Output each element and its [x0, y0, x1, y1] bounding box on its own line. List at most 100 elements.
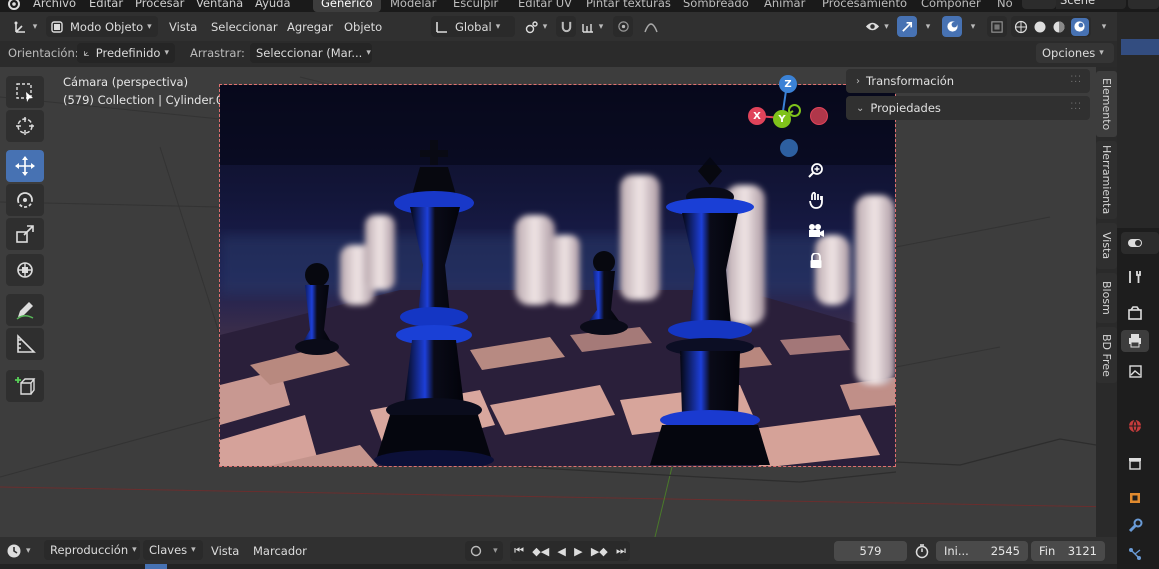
mode-dropdown[interactable]: Modo Objeto ▾	[46, 16, 158, 37]
play-reverse-icon[interactable]: ◀	[557, 545, 565, 558]
current-frame-field[interactable]: 579	[834, 541, 907, 561]
cursor-tool[interactable]	[6, 110, 44, 142]
gizmo-x-axis[interactable]: X	[748, 107, 766, 125]
scale-tool[interactable]	[6, 218, 44, 250]
tab-elemento[interactable]: Elemento	[1096, 71, 1117, 137]
play-icon[interactable]: ▶	[574, 545, 582, 558]
editor-type-button[interactable]: ▾	[8, 16, 42, 37]
blender-logo-icon[interactable]	[6, 0, 20, 10]
playhead-marker[interactable]	[145, 564, 167, 569]
record-icon[interactable]	[470, 545, 482, 557]
collection-properties-tab[interactable]	[1126, 454, 1144, 472]
menu-seleccionar[interactable]: Seleccionar	[211, 20, 278, 34]
material-shading-icon[interactable]	[1052, 20, 1066, 34]
drag-grip-icon[interactable]: ⁚⁚⁚	[1070, 102, 1082, 112]
timeline-editor-type-button[interactable]: ▾	[6, 541, 38, 561]
object-properties-tab[interactable]	[1126, 489, 1144, 507]
tab-bd-free[interactable]: BD Free	[1096, 327, 1117, 383]
snap-target-dropdown[interactable]: ▾	[577, 16, 607, 37]
visibility-dropdown[interactable]: ▾	[862, 16, 892, 37]
tab-componer[interactable]: Componer	[913, 0, 989, 12]
gizmo-neg-z-axis[interactable]	[780, 139, 798, 157]
keying-menu[interactable]: Claves ▾	[143, 540, 203, 560]
scene-name-field[interactable]: Scene	[1056, 0, 1126, 9]
overlays-toggle[interactable]	[942, 16, 962, 37]
scene-close-button[interactable]	[1128, 0, 1159, 9]
snap-toggle[interactable]	[556, 16, 576, 37]
tab-no[interactable]: No	[989, 0, 1021, 12]
particles-properties-tab[interactable]	[1126, 545, 1144, 563]
shading-options-dropdown[interactable]: ▾	[1094, 16, 1110, 37]
end-frame-field[interactable]: Fin 3121	[1031, 541, 1105, 561]
orientation-dropdown[interactable]: Predefinido ▾	[77, 43, 175, 63]
lock-camera-button[interactable]	[804, 249, 828, 273]
playback-menu[interactable]: Reproducción ▾	[44, 540, 140, 560]
prev-keyframe-icon[interactable]: ◆◀	[532, 545, 549, 558]
menu-ayuda[interactable]: Ayuda	[255, 0, 291, 10]
proportional-editing-toggle[interactable]	[613, 16, 633, 37]
tab-sombreado[interactable]: Sombreado	[675, 0, 757, 12]
timeline-marker-menu[interactable]: Marcador	[253, 544, 307, 558]
xray-toggle[interactable]	[987, 16, 1007, 37]
tab-esculpir[interactable]: Esculpir	[445, 0, 506, 12]
menu-procesar[interactable]: Procesar	[135, 0, 184, 10]
tab-pintar-texturas[interactable]: Pintar texturas	[578, 0, 679, 12]
measure-tool[interactable]	[6, 328, 44, 360]
view-layer-properties-tab[interactable]	[1126, 362, 1144, 380]
gizmo-toggle[interactable]	[897, 16, 917, 37]
gizmo-neg-y-axis[interactable]	[788, 104, 801, 117]
gizmo-z-axis[interactable]: Z	[779, 75, 797, 93]
tab-herramienta[interactable]: Herramienta	[1096, 141, 1117, 219]
properties-editor-type-button[interactable]	[1121, 232, 1159, 254]
rotate-tool[interactable]	[6, 184, 44, 216]
tab-vista[interactable]: Vista	[1096, 223, 1117, 269]
menu-archivo[interactable]: Archivo	[33, 0, 76, 10]
outliner-selected-row[interactable]	[1121, 39, 1159, 55]
menu-ventana[interactable]: Ventana	[196, 0, 243, 10]
transform-orientation-dropdown[interactable]: Global ▾	[431, 16, 515, 37]
modifier-properties-tab[interactable]	[1126, 517, 1144, 535]
tool-properties-tab[interactable]	[1126, 268, 1144, 286]
tab-modelar[interactable]: Modelar	[382, 0, 444, 12]
overlays-options-dropdown[interactable]: ▾	[963, 16, 979, 37]
chevron-down-icon[interactable]: ▾	[493, 546, 498, 556]
drag-grip-icon[interactable]: ⁚⁚⁚	[1070, 75, 1082, 85]
solid-shading-icon[interactable]	[1033, 20, 1047, 34]
camera-view-button[interactable]	[804, 219, 828, 243]
scene-selector[interactable]	[1022, 0, 1056, 9]
options-dropdown[interactable]: Opciones ▾	[1036, 43, 1114, 63]
tab-animar[interactable]: Animar	[756, 0, 813, 12]
tab-editar-uv[interactable]: Editar UV	[510, 0, 580, 12]
jump-start-icon[interactable]: ⏮	[514, 544, 524, 558]
scene-properties-tab[interactable]	[1126, 417, 1144, 435]
transform-panel-header[interactable]: › Transformación ⁚⁚⁚	[846, 69, 1090, 93]
move-tool[interactable]	[6, 150, 44, 182]
menu-objeto[interactable]: Objeto	[344, 20, 382, 34]
render-properties-tab[interactable]	[1126, 304, 1144, 322]
menu-editar[interactable]: Editar	[89, 0, 123, 10]
properties-panel-header[interactable]: ⌄ Propiedades ⁚⁚⁚	[846, 96, 1090, 120]
stopwatch-icon[interactable]	[914, 543, 930, 562]
annotate-tool[interactable]	[6, 294, 44, 326]
output-properties-tab[interactable]	[1121, 330, 1149, 352]
timeline-view-menu[interactable]: Vista	[211, 544, 239, 558]
start-frame-field[interactable]: Ini... 2545	[936, 541, 1028, 561]
add-cube-tool[interactable]	[6, 370, 44, 402]
next-keyframe-icon[interactable]: ▶◆	[591, 545, 608, 558]
proportional-falloff-dropdown[interactable]	[636, 16, 666, 37]
gizmo-neg-x-axis[interactable]	[810, 107, 828, 125]
pivot-point-button[interactable]: ▾	[521, 16, 551, 37]
drag-dropdown[interactable]: Seleccionar (Mar... ▾	[250, 43, 372, 63]
jump-end-icon[interactable]: ⏭	[616, 544, 626, 558]
tab-generico[interactable]: Genérico	[313, 0, 381, 12]
menu-vista[interactable]: Vista	[169, 20, 197, 34]
menu-agregar[interactable]: Agregar	[287, 20, 333, 34]
tab-blosm[interactable]: Blosm	[1096, 273, 1117, 323]
pan-button[interactable]	[804, 188, 828, 212]
select-box-tool[interactable]	[6, 76, 44, 108]
zoom-button[interactable]	[804, 158, 828, 182]
tab-procesamiento[interactable]: Procesamiento	[814, 0, 915, 12]
transform-tool[interactable]	[6, 254, 44, 286]
gizmo-options-dropdown[interactable]: ▾	[918, 16, 934, 37]
rendered-shading-button[interactable]	[1070, 17, 1089, 36]
